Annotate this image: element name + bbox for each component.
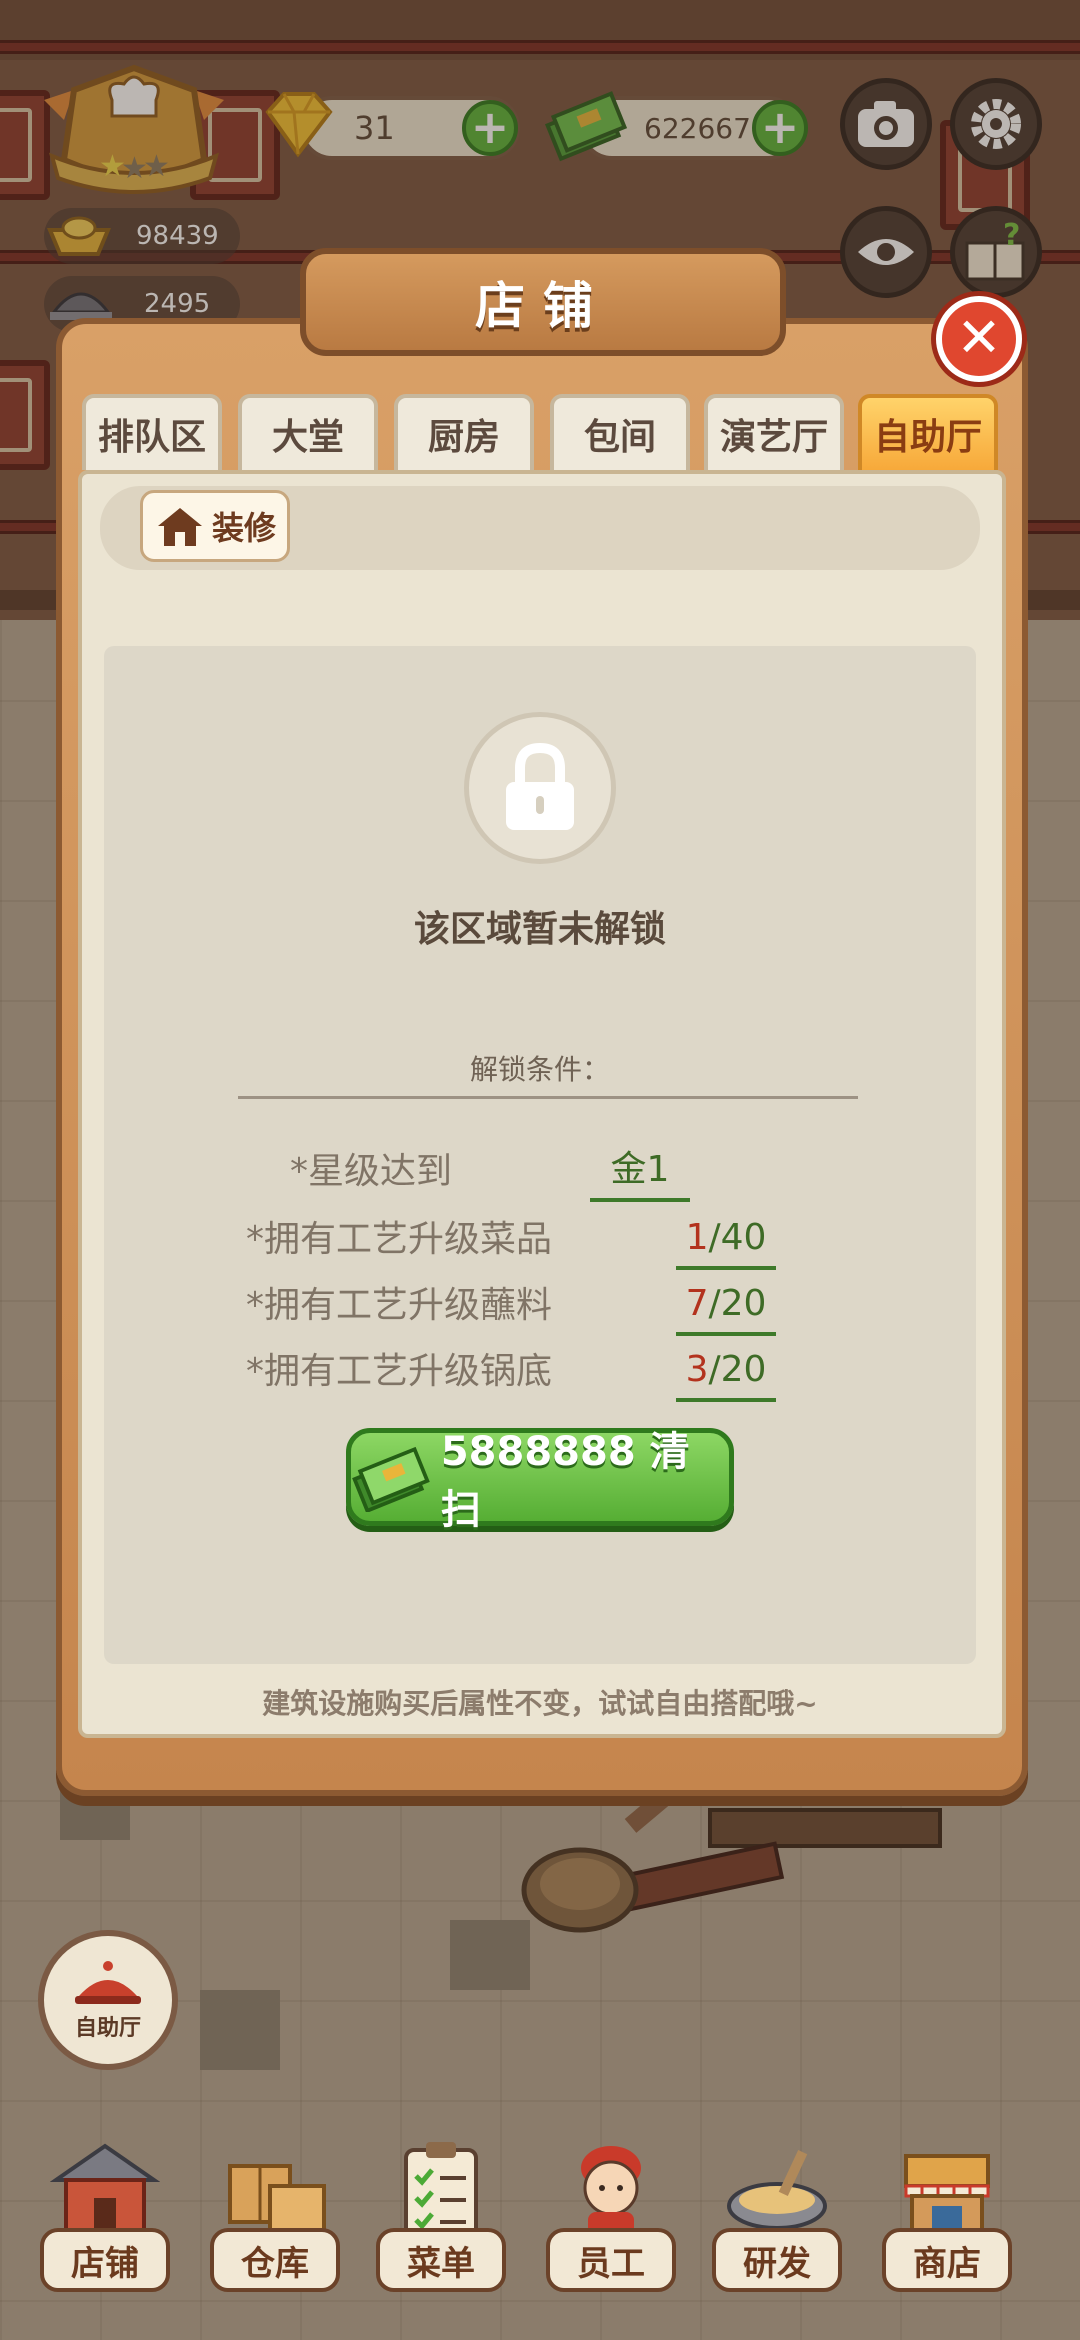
tab-label: 包间 bbox=[583, 417, 656, 458]
tab-performance-hall[interactable]: 演艺厅 bbox=[704, 394, 844, 470]
cash-stack-icon bbox=[352, 1446, 430, 1512]
condition-upgraded-soup-bases: *拥有工艺升级锅底 3/20 bbox=[104, 1342, 976, 1402]
condition-value: 金1 bbox=[590, 1142, 690, 1202]
condition-label: *拥有工艺升级蘸料 bbox=[245, 1285, 552, 1326]
condition-progress: 1/40 bbox=[676, 1210, 776, 1270]
clean-button-label: 5888888 清扫 bbox=[440, 1429, 690, 1533]
padlock-icon bbox=[506, 742, 574, 830]
unlock-conditions-title: 解锁条件： bbox=[469, 1053, 610, 1086]
tab-label: 大堂 bbox=[271, 417, 344, 458]
tab-kitchen[interactable]: 厨房 bbox=[394, 394, 534, 470]
condition-total: /20 bbox=[708, 1349, 767, 1390]
condition-label: *星级达到 bbox=[289, 1151, 452, 1192]
nav-menu[interactable]: 菜单 bbox=[366, 2136, 516, 2320]
hint-text: 建筑设施购买后属性不变，试试自由搭配哦~ bbox=[262, 1687, 818, 1720]
condition-progress: 7/20 bbox=[676, 1276, 776, 1336]
condition-current: 7 bbox=[685, 1283, 709, 1324]
locked-message: 该区域暂未解锁 bbox=[413, 909, 666, 950]
decorate-button[interactable]: 装修 bbox=[140, 490, 290, 562]
tab-private-room[interactable]: 包间 bbox=[550, 394, 690, 470]
condition-value-text: 金1 bbox=[610, 1149, 670, 1190]
condition-current: 3 bbox=[685, 1349, 709, 1390]
condition-label: *拥有工艺升级锅底 bbox=[245, 1351, 552, 1392]
nav-shop[interactable]: 店铺 bbox=[30, 2136, 180, 2320]
nav-staff[interactable]: 员工 bbox=[536, 2136, 686, 2320]
nav-label: 商店 bbox=[882, 2228, 1012, 2292]
condition-total: /40 bbox=[708, 1217, 767, 1258]
tab-queue-area[interactable]: 排队区 bbox=[82, 394, 222, 470]
house-icon bbox=[157, 508, 202, 546]
tab-label: 演艺厅 bbox=[719, 417, 828, 458]
nav-label: 员工 bbox=[546, 2228, 676, 2292]
close-icon: ✕ bbox=[956, 306, 1002, 369]
tab-label: 排队区 bbox=[97, 417, 206, 458]
condition-star-level: *星级达到 金1 bbox=[104, 1142, 976, 1202]
tab-label: 自助厅 bbox=[873, 417, 982, 458]
nav-research[interactable]: 研发 bbox=[702, 2136, 852, 2320]
clean-area-button[interactable]: 5888888 清扫 bbox=[346, 1428, 734, 1533]
nav-label: 店铺 bbox=[40, 2228, 170, 2292]
condition-current: 1 bbox=[685, 1217, 709, 1258]
nav-label: 仓库 bbox=[210, 2228, 340, 2292]
nav-label: 菜单 bbox=[376, 2228, 506, 2292]
area-buffet-button[interactable]: 自助厅 bbox=[38, 1930, 178, 2070]
area-button-label: 自助厅 bbox=[74, 2016, 141, 2041]
divider bbox=[238, 1096, 858, 1099]
decorate-label: 装修 bbox=[211, 509, 276, 547]
nav-store[interactable]: 商店 bbox=[872, 2136, 1022, 2320]
condition-upgraded-dishes: *拥有工艺升级菜品 1/40 bbox=[104, 1210, 976, 1270]
condition-total: /20 bbox=[708, 1283, 767, 1324]
lock-badge bbox=[464, 712, 616, 864]
dialog-title: 店铺 bbox=[300, 248, 786, 356]
close-button[interactable]: ✕ bbox=[936, 296, 1022, 382]
tab-lobby[interactable]: 大堂 bbox=[238, 394, 378, 470]
nav-label: 研发 bbox=[712, 2228, 842, 2292]
condition-progress: 3/20 bbox=[676, 1342, 776, 1402]
condition-upgraded-sauces: *拥有工艺升级蘸料 7/20 bbox=[104, 1276, 976, 1336]
tab-label: 厨房 bbox=[427, 417, 500, 458]
tab-buffet-hall[interactable]: 自助厅 bbox=[858, 394, 998, 470]
cloche-icon bbox=[75, 1961, 141, 2004]
nav-warehouse[interactable]: 仓库 bbox=[200, 2136, 350, 2320]
condition-label: *拥有工艺升级菜品 bbox=[245, 1219, 552, 1260]
